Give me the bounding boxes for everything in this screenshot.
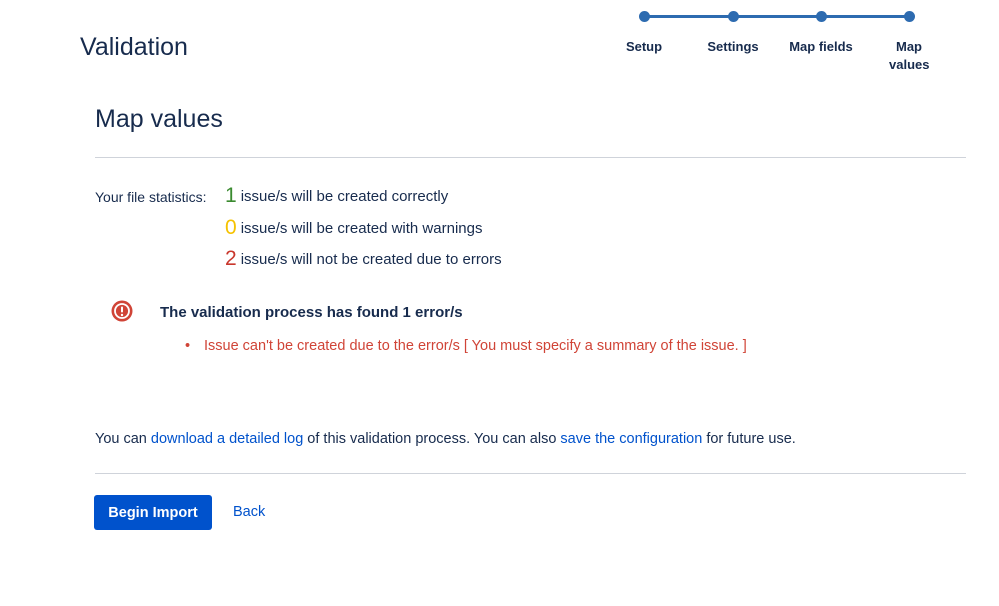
step-dot: [815, 11, 827, 22]
progress-step-map-values: Map values: [869, 8, 949, 74]
begin-import-button[interactable]: Begin Import: [94, 495, 212, 530]
footer-text-1: You can: [95, 431, 151, 447]
progress-step-map-fields: Map fields: [781, 8, 861, 56]
step-dot: [903, 11, 915, 22]
save-configuration-link[interactable]: save the configuration: [560, 431, 702, 447]
footer-text-3: for future use.: [702, 431, 796, 447]
step-dot: [727, 11, 739, 22]
progress-tracker: Setup Settings Map fields Map values: [620, 8, 940, 78]
stat-text-warnings: issue/s will be created with warnings: [240, 220, 483, 237]
step-label: Map values: [889, 39, 930, 72]
step-label: Setup: [625, 39, 663, 54]
stat-count-correct: 1: [225, 184, 237, 207]
page-title: Validation: [80, 33, 188, 61]
download-log-link[interactable]: download a detailed log: [151, 431, 303, 447]
footer-text-2: of this validation process. You can also: [303, 431, 561, 447]
stat-text-errors: issue/s will not be created due to error…: [240, 251, 502, 268]
step-label: Map fields: [789, 39, 853, 54]
section-title: Map values: [95, 105, 223, 133]
stats-label: Your file statistics:: [95, 189, 207, 205]
divider: [95, 157, 966, 158]
stat-text-correct: issue/s will be created correctly: [240, 188, 449, 205]
stat-row-correct: 1 issue/s will be created correctly: [225, 184, 448, 208]
divider: [95, 473, 966, 474]
error-heading: The validation process has found 1 error…: [160, 304, 463, 321]
back-button[interactable]: Back: [233, 504, 265, 520]
stat-row-errors: 2 issue/s will not be created due to erro…: [225, 247, 502, 271]
progress-step-settings: Settings: [693, 8, 773, 56]
progress-step-setup: Setup: [604, 8, 684, 56]
step-dot: [638, 11, 650, 22]
error-list: Issue can't be created due to the error/…: [185, 338, 747, 354]
footer-text: You can download a detailed log of this …: [95, 431, 796, 447]
page: Validation Setup Settings Map fields Map…: [0, 0, 999, 606]
stat-count-errors: 2: [225, 247, 237, 270]
stat-count-warnings: 0: [225, 216, 237, 239]
stat-row-warnings: 0 issue/s will be created with warnings: [225, 216, 482, 240]
step-label: Settings: [707, 39, 759, 54]
error-icon: [111, 300, 133, 322]
error-item: Issue can't be created due to the error/…: [185, 338, 747, 354]
